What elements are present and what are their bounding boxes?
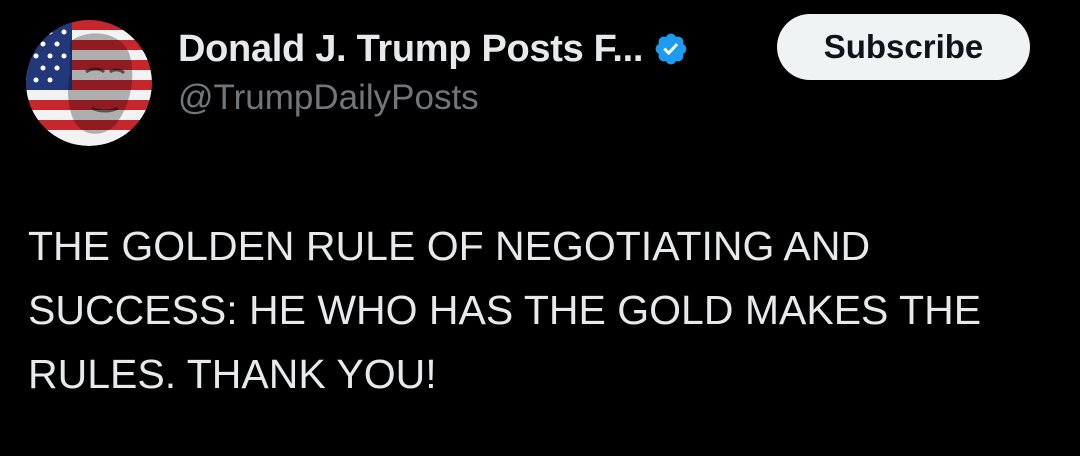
flag-portrait-avatar-icon: [26, 20, 152, 146]
author-name-row: Donald J. Trump Posts F...: [178, 24, 689, 74]
verified-badge-icon[interactable]: [653, 31, 689, 67]
author-display-name[interactable]: Donald J. Trump Posts F...: [178, 28, 643, 71]
post-text: THE GOLDEN RULE OF NEGOTIATING AND SUCCE…: [28, 223, 982, 397]
post-card: Donald J. Trump Posts F... @TrumpDailyPo…: [0, 0, 1080, 456]
author-handle[interactable]: @TrumpDailyPosts: [178, 78, 479, 118]
author-avatar[interactable]: [26, 20, 152, 146]
subscribe-button[interactable]: Subscribe: [777, 14, 1030, 80]
